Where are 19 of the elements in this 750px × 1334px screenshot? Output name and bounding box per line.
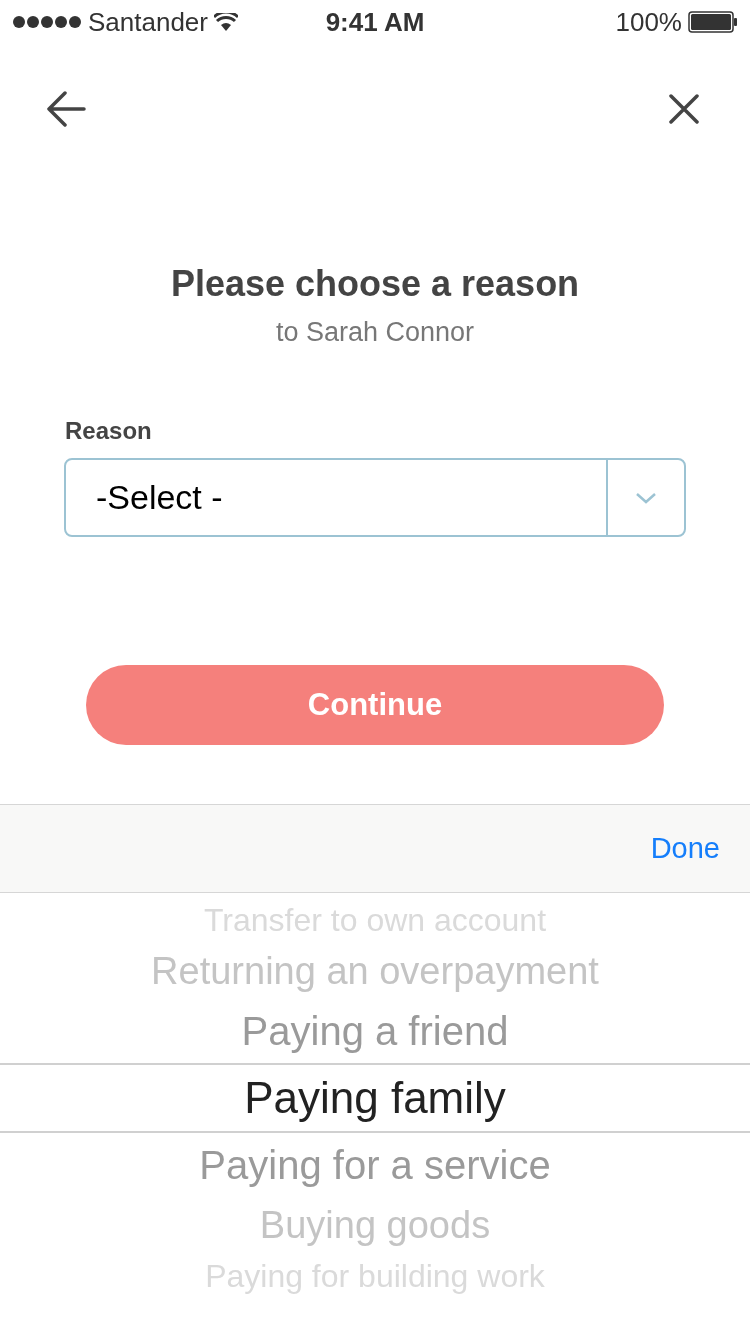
page-title: Please choose a reason	[169, 262, 581, 306]
picker-item[interactable]: Buying goods	[0, 1197, 750, 1253]
clock-time: 9:41 AM	[325, 5, 425, 39]
done-button[interactable]: Done	[650, 826, 720, 871]
chevron-down-icon	[635, 491, 657, 504]
picker-item[interactable]: Paying for a service	[0, 1133, 750, 1197]
battery-percent: 100%	[615, 5, 682, 39]
battery-icon	[688, 11, 738, 33]
reason-label: Reason	[65, 416, 153, 446]
picker-item[interactable]: Paying a friend	[0, 999, 750, 1063]
picker-selected-item[interactable]: Paying family	[0, 1063, 750, 1133]
carrier-name: Santander	[88, 5, 208, 39]
reason-select[interactable]: -Select -	[64, 458, 686, 537]
recipient-subtitle: to Sarah Connor	[274, 316, 476, 349]
signal-icon	[12, 15, 82, 29]
picker-item[interactable]: Returning an overpayment	[0, 943, 750, 999]
wifi-icon	[214, 13, 238, 31]
back-arrow-icon	[46, 91, 86, 127]
close-icon	[669, 94, 699, 124]
